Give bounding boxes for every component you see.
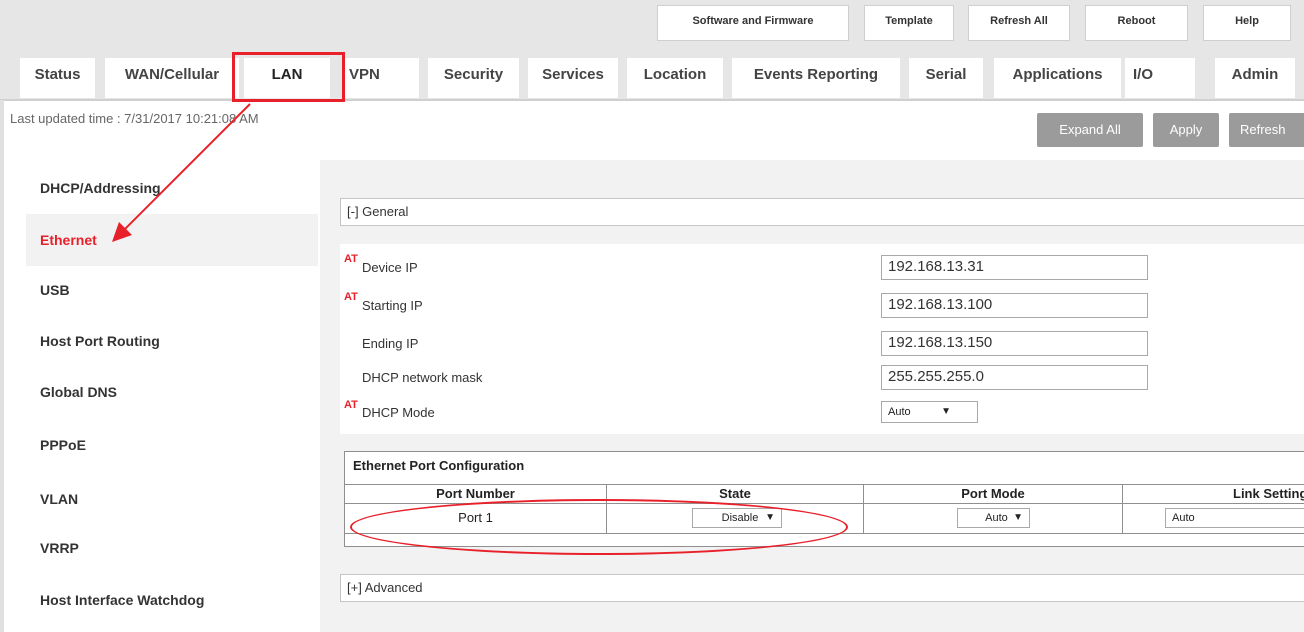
- dhcp-network-mask-label: DHCP network mask: [362, 370, 483, 385]
- reboot-button[interactable]: Reboot: [1085, 5, 1188, 41]
- dhcp-network-mask-row: DHCP network mask 255.255.255.0: [340, 358, 1304, 394]
- starting-ip-row: AT Starting IP 192.168.13.100: [340, 286, 1304, 322]
- ending-ip-label: Ending IP: [362, 336, 419, 351]
- top-toolbar: Software and Firmware Template Refresh A…: [0, 0, 1304, 53]
- port-mode-cell: Auto ▼: [864, 504, 1123, 533]
- chevron-down-icon: ▼: [941, 406, 951, 417]
- chevron-down-icon: ▼: [1013, 512, 1023, 523]
- sidebar-item-usb[interactable]: USB: [26, 264, 318, 316]
- port-row-highlight-oval: [350, 499, 848, 555]
- expand-all-button[interactable]: Expand All: [1037, 113, 1143, 147]
- sidebar-item-ethernet[interactable]: Ethernet: [26, 214, 318, 266]
- link-setting-value: Auto: [1172, 512, 1195, 524]
- at-badge: AT: [344, 253, 358, 265]
- help-button[interactable]: Help: [1203, 5, 1291, 41]
- tab-security[interactable]: Security: [428, 58, 519, 98]
- at-badge: AT: [344, 399, 358, 411]
- starting-ip-input[interactable]: 192.168.13.100: [881, 293, 1148, 318]
- tab-vpn[interactable]: VPN: [345, 58, 419, 98]
- device-ip-row: AT Device IP 192.168.13.31: [340, 248, 1304, 284]
- dhcp-mode-value: Auto: [888, 406, 911, 418]
- sidebar-item-pppoe[interactable]: PPPoE: [26, 419, 318, 471]
- link-setting-cell: Auto: [1123, 504, 1304, 533]
- tab-serial[interactable]: Serial: [909, 58, 983, 98]
- at-badge: AT: [344, 291, 358, 303]
- sidebar-item-dhcp-addressing[interactable]: DHCP/Addressing: [26, 162, 318, 214]
- general-form: AT Device IP 192.168.13.31 AT Starting I…: [340, 244, 1304, 434]
- ending-ip-input[interactable]: 192.168.13.150: [881, 331, 1148, 356]
- sidebar-item-global-dns[interactable]: Global DNS: [26, 366, 318, 418]
- column-header-port-mode: Port Mode: [864, 485, 1123, 503]
- software-firmware-button[interactable]: Software and Firmware: [657, 5, 849, 41]
- dhcp-mode-select[interactable]: Auto ▼: [881, 401, 978, 423]
- tab-wan-cellular[interactable]: WAN/Cellular: [105, 58, 239, 98]
- column-header-link-setting: Link Setting: [1233, 486, 1304, 501]
- dhcp-mode-label: DHCP Mode: [362, 405, 435, 420]
- sidebar-item-host-port-routing[interactable]: Host Port Routing: [26, 315, 318, 367]
- page-left-border: [0, 100, 4, 632]
- apply-button[interactable]: Apply: [1153, 113, 1219, 147]
- sidebar-item-vlan[interactable]: VLAN: [26, 473, 318, 525]
- device-ip-input[interactable]: 192.168.13.31: [881, 255, 1148, 280]
- tab-location[interactable]: Location: [627, 58, 723, 98]
- refresh-button[interactable]: Refresh: [1229, 113, 1304, 147]
- advanced-section-header[interactable]: [+] Advanced: [340, 574, 1304, 602]
- sidebar-item-host-interface-watchdog[interactable]: Host Interface Watchdog: [26, 574, 318, 626]
- ending-ip-row: Ending IP 192.168.13.150: [340, 324, 1304, 360]
- template-button[interactable]: Template: [864, 5, 954, 41]
- dhcp-network-mask-input[interactable]: 255.255.255.0: [881, 365, 1148, 390]
- port-mode-select[interactable]: Auto ▼: [957, 508, 1030, 528]
- main-tabs: Status WAN/Cellular LAN VPN Security Ser…: [0, 53, 1304, 101]
- link-setting-select[interactable]: Auto: [1165, 508, 1304, 528]
- dhcp-mode-row: AT DHCP Mode Auto ▼: [340, 399, 1304, 435]
- sidebar-item-vrrp[interactable]: VRRP: [26, 522, 318, 574]
- tab-services[interactable]: Services: [528, 58, 618, 98]
- refresh-all-button[interactable]: Refresh All: [968, 5, 1070, 41]
- starting-ip-label: Starting IP: [362, 298, 423, 313]
- tab-applications[interactable]: Applications: [994, 58, 1121, 98]
- tab-status[interactable]: Status: [20, 58, 95, 98]
- tab-admin[interactable]: Admin: [1215, 58, 1295, 98]
- general-section-header[interactable]: [-] General: [340, 198, 1304, 226]
- device-ip-label: Device IP: [362, 260, 418, 275]
- port-mode-value: Auto: [985, 512, 1008, 524]
- last-updated-time: Last updated time : 7/31/2017 10:21:08 A…: [10, 111, 259, 126]
- tab-io[interactable]: I/O: [1125, 58, 1195, 98]
- tab-events-reporting[interactable]: Events Reporting: [732, 58, 900, 98]
- ethernet-port-config-title: Ethernet Port Configuration: [353, 458, 525, 473]
- lan-tab-highlight-box: [232, 52, 345, 102]
